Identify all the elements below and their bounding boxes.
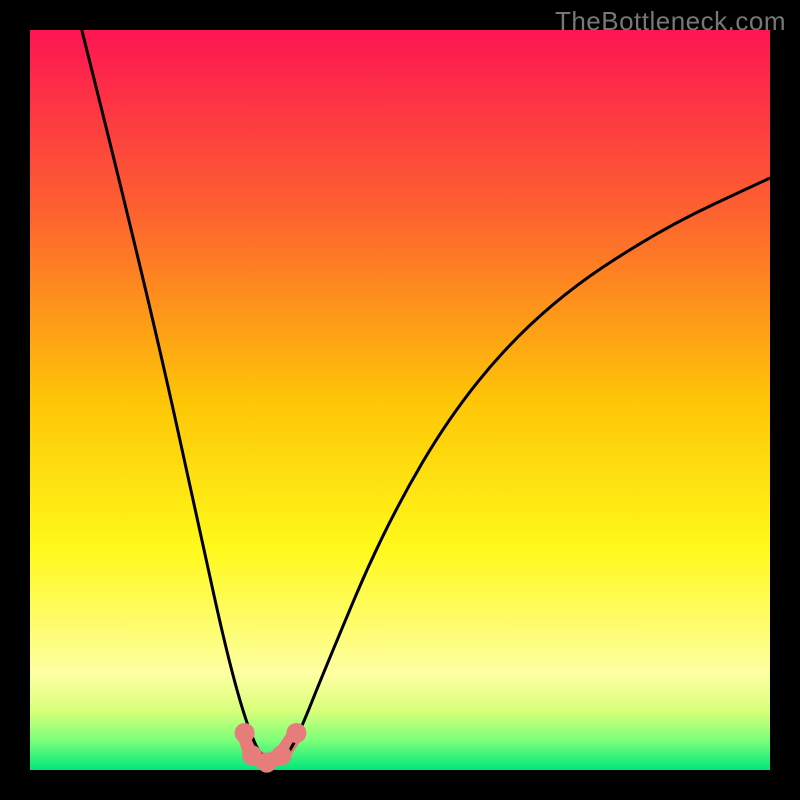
bottleneck-chart — [0, 0, 800, 800]
frame-left — [0, 0, 30, 800]
frame-top — [0, 0, 800, 30]
highlight-dot — [286, 723, 306, 743]
highlight-dot — [272, 745, 292, 765]
chart-container: TheBottleneck.com — [0, 0, 800, 800]
highlight-dot — [235, 723, 255, 743]
frame-bottom — [0, 770, 800, 800]
plot-background — [30, 30, 770, 770]
frame-right — [770, 0, 800, 800]
